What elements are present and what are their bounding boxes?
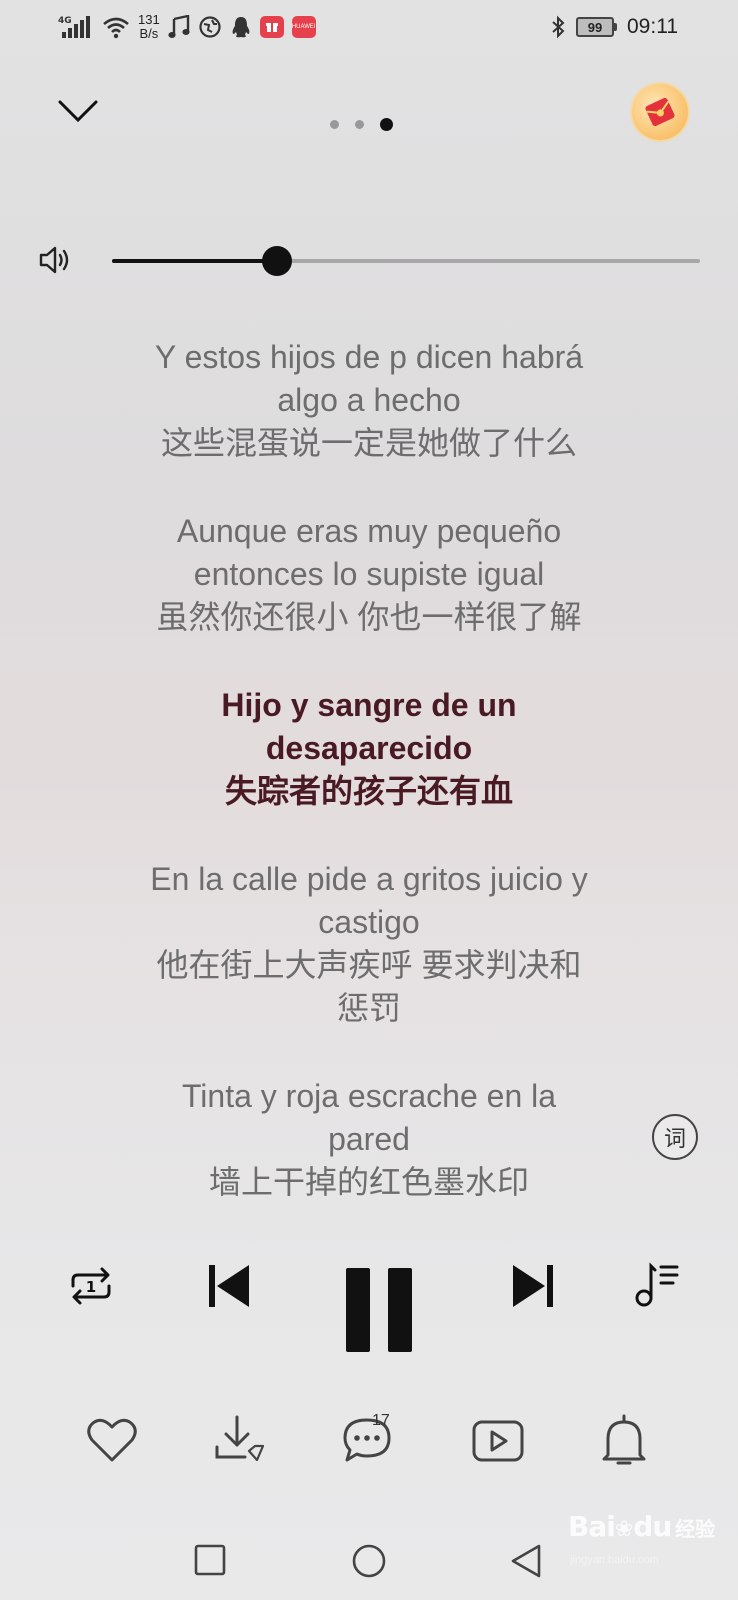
skip-previous-icon <box>209 1265 249 1307</box>
page-dot-active[interactable] <box>380 118 393 131</box>
bluetooth-icon <box>550 15 566 39</box>
playlist-button[interactable] <box>632 1258 682 1312</box>
lyric-line: En la calle pide a gritos juicio y <box>150 861 588 897</box>
lyrics-mode-button[interactable]: 词 <box>652 1114 698 1160</box>
huawei-app-icon: HUAWEI <box>291 16 316 38</box>
lyric-line: Aunque eras muy pequeño <box>176 513 562 549</box>
lyric-line: 墙上干掉的红色墨水印 <box>208 1164 529 1200</box>
lyric-line: 这些混蛋说一定是她做了什么 <box>160 425 577 461</box>
heart-icon <box>87 1418 137 1462</box>
battery-indicator: 99 <box>576 17 617 37</box>
download-icon <box>215 1415 265 1462</box>
pause-icon <box>346 1268 412 1352</box>
lyric-line: castigo <box>318 904 420 940</box>
home-button[interactable] <box>350 1542 388 1580</box>
promo-gift-button[interactable] <box>632 84 688 140</box>
net-speed-value: 131 <box>138 12 160 27</box>
lyric-line: pared <box>328 1121 410 1157</box>
video-play-icon <box>472 1420 524 1462</box>
qq-penguin-icon <box>230 15 252 39</box>
baidu-watermark: Bai❀du 经验 jingyan.baidu.com <box>568 1510 718 1566</box>
lyric-line: Tinta y roja escrache en la <box>181 1078 557 1114</box>
watermark-suffix: 经验 <box>675 1519 716 1541</box>
bell-icon <box>602 1414 646 1465</box>
repeat-mode-label: 1 <box>86 1278 96 1296</box>
lyric-line: Hijo y sangre de un <box>221 687 517 723</box>
lyric-line: 他在街上大声疾呼 要求判决和 <box>156 947 582 983</box>
collapse-player-button[interactable] <box>54 92 102 132</box>
previous-track-button[interactable] <box>204 1258 254 1314</box>
cellular-signal-icon: 4G <box>58 14 94 40</box>
network-type-label: 4G <box>58 16 72 26</box>
skip-next-icon <box>513 1265 553 1307</box>
lyric-line: algo a hecho <box>277 382 461 418</box>
music-video-button[interactable] <box>470 1416 526 1466</box>
paw-icon: ❀ <box>614 1516 634 1541</box>
lyrics-mode-label: 词 <box>663 1126 686 1151</box>
lyric-stanza-current[interactable]: Hijo y sangre de un desaparecido 失踪者的孩子还有血 <box>0 684 738 813</box>
red-envelope-icon <box>645 97 675 127</box>
pause-button[interactable] <box>340 1264 420 1356</box>
net-speed-unit: B/s <box>139 26 159 41</box>
volume-slider-fill <box>112 259 277 263</box>
square-icon <box>194 1544 226 1576</box>
watermark-brand2: du <box>633 1510 672 1543</box>
page-dot[interactable] <box>355 120 364 129</box>
clock: 09:11 <box>627 15 678 38</box>
next-track-button[interactable] <box>508 1258 558 1314</box>
status-bar: 4G 131 B/s HUAWEI 99 09:11 <box>0 0 738 56</box>
lyrics-view[interactable]: Y estos hijos de p dicen habrá algo a hec… <box>0 336 738 1204</box>
lyric-line: Y estos hijos de p dicen habrá <box>154 339 584 375</box>
lyric-stanza[interactable]: Y estos hijos de p dicen habrá algo a hec… <box>0 336 738 465</box>
lyric-stanza[interactable]: En la calle pide a gritos juicio y castig… <box>0 858 738 1030</box>
huawei-app-label: HUAWEI <box>291 24 316 30</box>
volume-icon <box>38 244 74 276</box>
gift-app-icon <box>259 16 284 38</box>
diamond-badge-icon <box>247 1444 265 1462</box>
repeat-one-button[interactable]: 1 <box>62 1262 120 1310</box>
music-queue-icon <box>635 1262 679 1307</box>
battery-level: 99 <box>576 17 614 37</box>
repeat-one-icon: 1 <box>71 1267 111 1305</box>
recents-button[interactable] <box>192 1542 228 1578</box>
download-button[interactable] <box>212 1412 268 1468</box>
like-button[interactable] <box>84 1414 140 1466</box>
watermark-brand: Bai <box>568 1510 616 1543</box>
back-button[interactable] <box>508 1542 544 1580</box>
watermark-url: jingyan.baidu.com <box>570 1554 659 1566</box>
globe-icon <box>198 15 222 39</box>
lyric-line: 失踪者的孩子还有血 <box>224 773 513 809</box>
music-note-icon <box>168 15 190 39</box>
lyric-line: entonces lo supiste igual <box>193 556 545 592</box>
ringtone-button[interactable] <box>598 1412 650 1468</box>
triangle-back-icon <box>511 1544 541 1578</box>
lyric-stanza[interactable]: Tinta y roja escrache en la pared 墙上干掉的红色墨… <box>0 1075 738 1204</box>
lyric-stanza[interactable]: Aunque eras muy pequeño entonces lo supis… <box>0 510 738 639</box>
volume-slider[interactable] <box>112 246 700 276</box>
network-speed: 131 B/s <box>138 13 160 41</box>
chevron-down-icon <box>58 100 98 123</box>
page-dot[interactable] <box>330 120 339 129</box>
page-indicator[interactable] <box>330 118 393 131</box>
volume-slider-thumb[interactable] <box>261 246 292 276</box>
lyric-line: 惩罚 <box>336 990 401 1026</box>
lyric-line: desaparecido <box>265 730 473 766</box>
wifi-icon <box>102 15 130 39</box>
lyric-line: 虽然你还很小 你也一样很了解 <box>156 599 582 635</box>
comment-count-badge: 17 <box>372 1412 390 1429</box>
circle-icon <box>352 1544 386 1578</box>
